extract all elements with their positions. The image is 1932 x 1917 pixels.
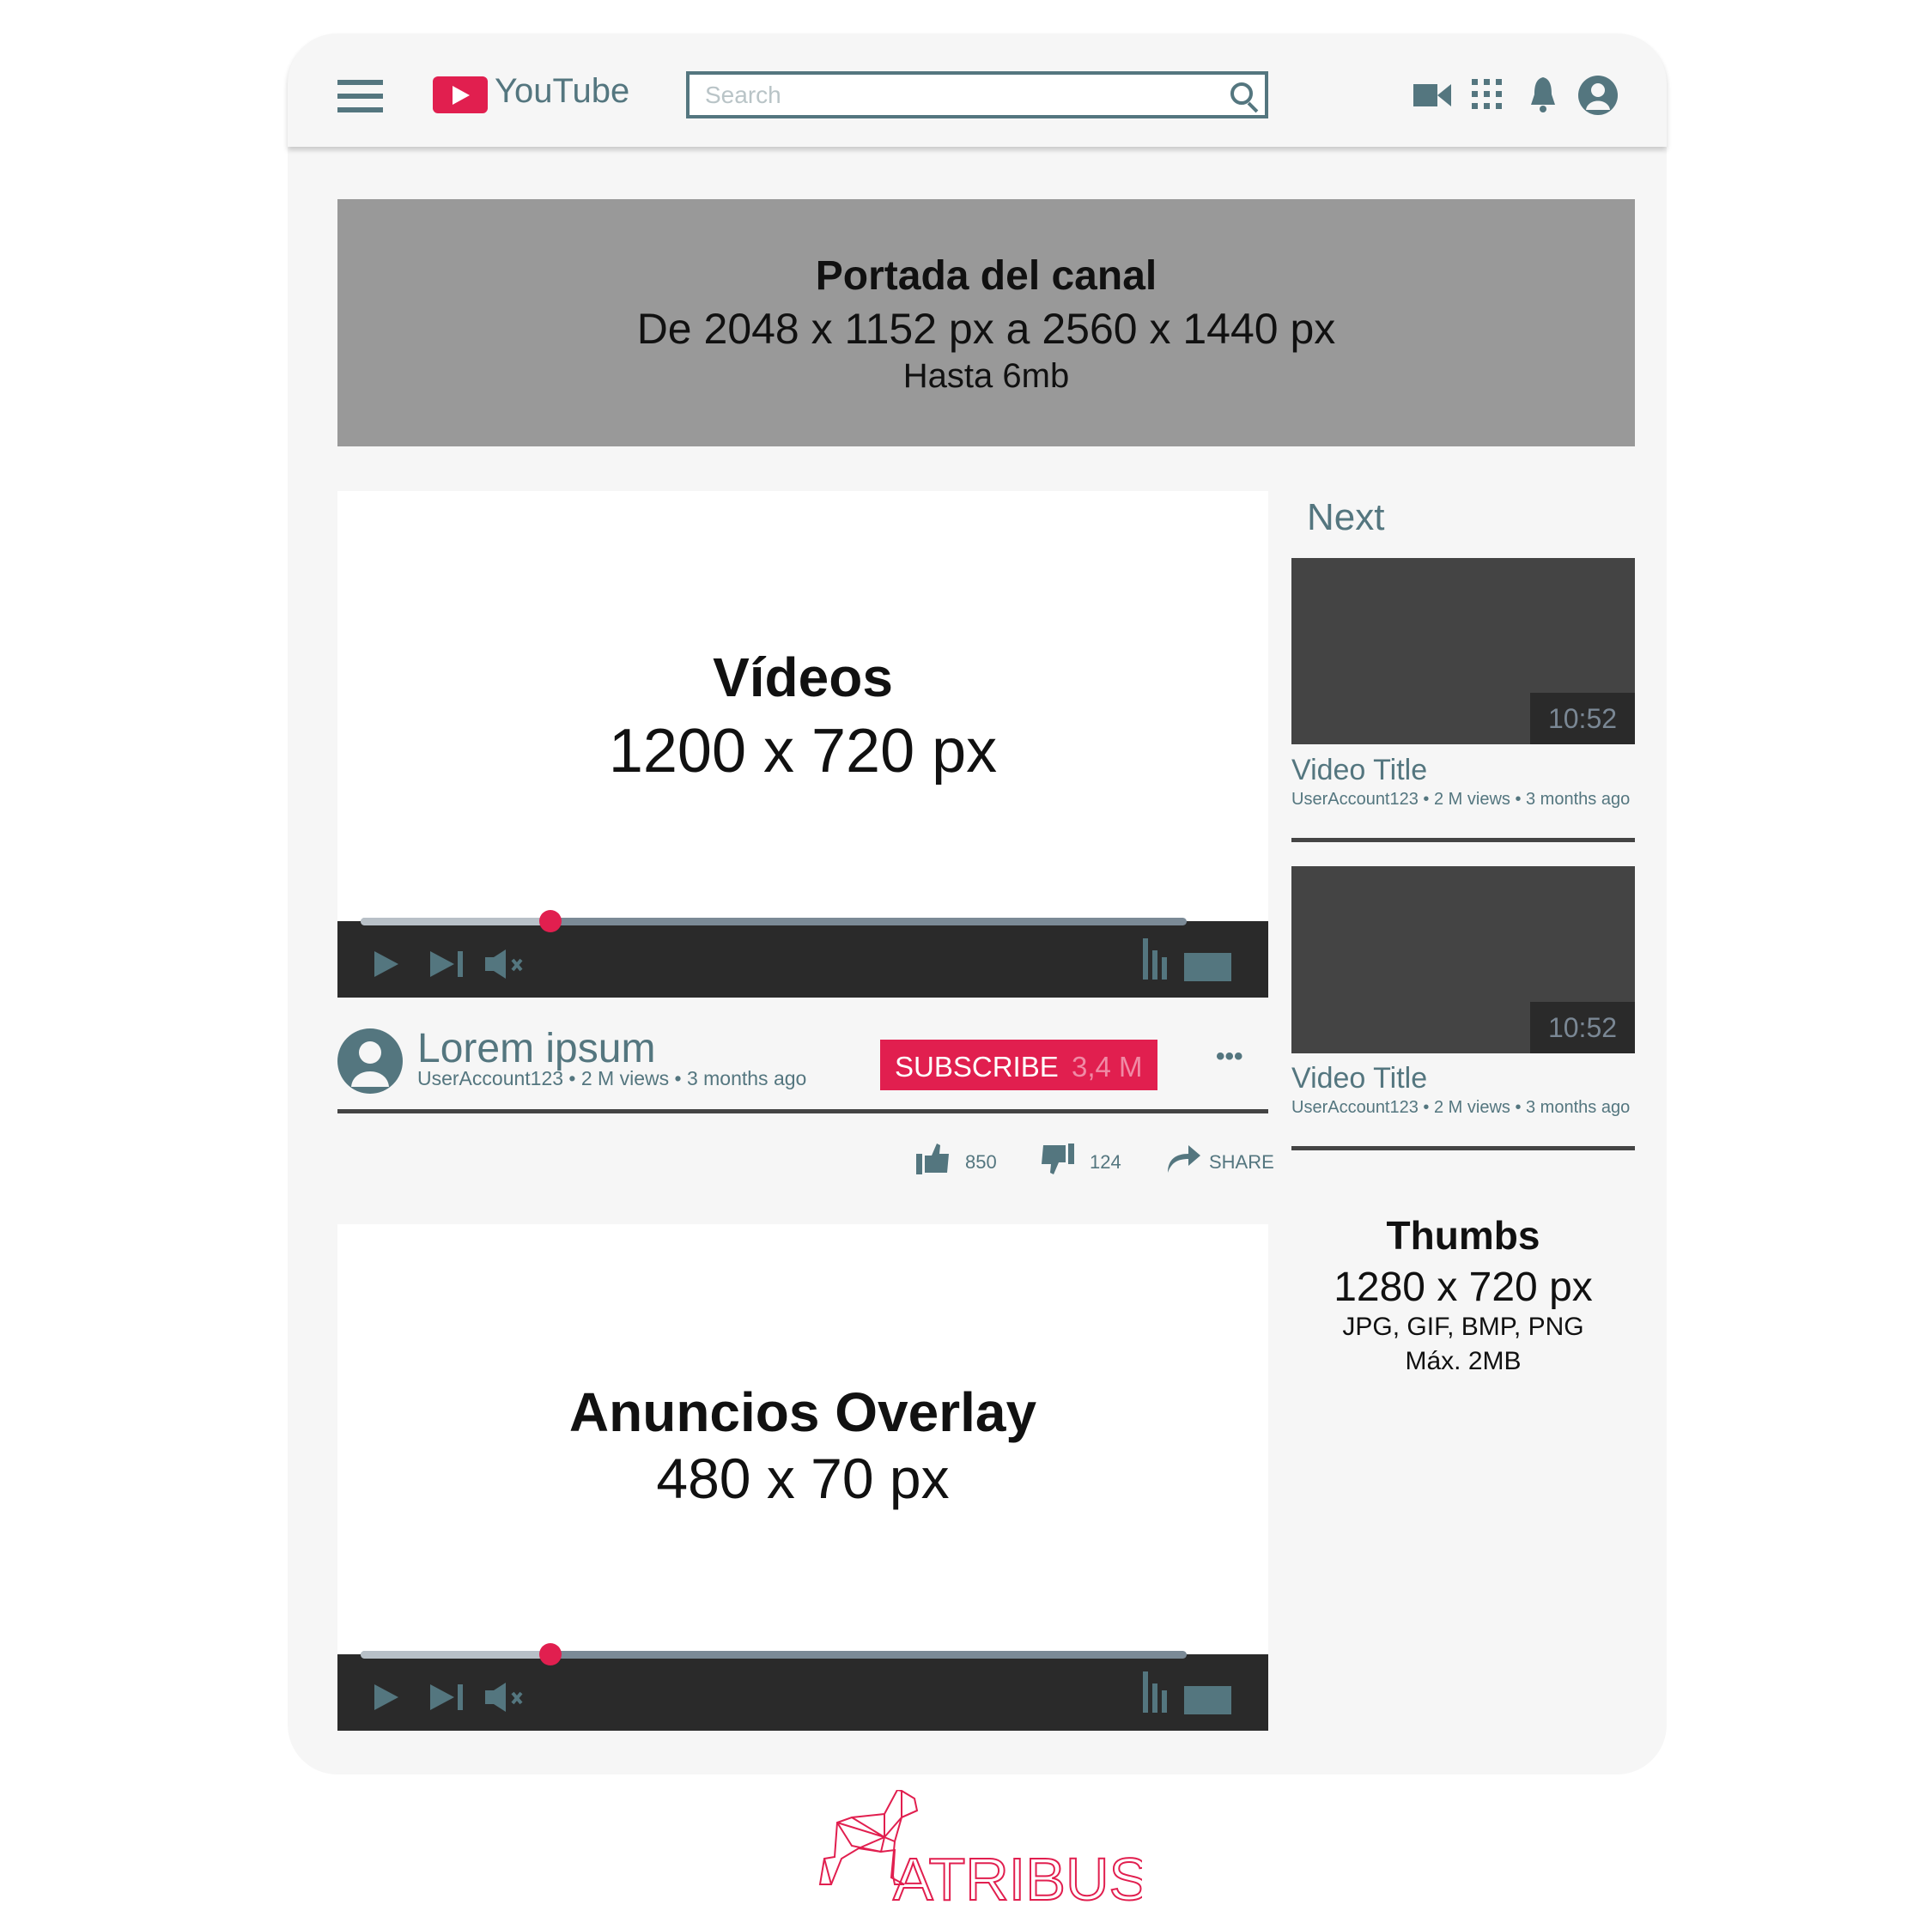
next-video-thumbnail[interactable]: 10:52: [1291, 558, 1635, 744]
thumbs-down-icon[interactable]: [1042, 1144, 1076, 1174]
ad-title: Anuncios Overlay: [568, 1381, 1037, 1443]
play-icon[interactable]: [374, 951, 400, 977]
fullscreen-icon[interactable]: [1184, 1686, 1231, 1714]
mute-icon[interactable]: [485, 949, 530, 979]
divider: [1291, 1146, 1635, 1150]
player-controls-bar: [337, 921, 1268, 998]
brand-name[interactable]: YouTube: [495, 72, 629, 111]
subscribe-button[interactable]: SUBSCRIBE 3,4 M: [880, 1040, 1157, 1090]
mute-icon[interactable]: [485, 1683, 530, 1712]
account-icon[interactable]: [1578, 76, 1618, 115]
subscriber-count: 3,4 M: [1072, 1051, 1143, 1083]
share-button[interactable]: SHARE: [1209, 1151, 1274, 1174]
next-video-thumbnail[interactable]: 10:52: [1291, 866, 1635, 1053]
more-options-button[interactable]: •••: [1216, 1042, 1243, 1071]
next-video-title[interactable]: Video Title: [1291, 1062, 1427, 1095]
thumbs-info: Thumbs 1280 x 720 px JPG, GIF, BMP, PNG …: [1291, 1212, 1635, 1376]
bell-icon[interactable]: [1528, 76, 1558, 113]
video-duration: 10:52: [1530, 1002, 1635, 1053]
search-box[interactable]: [686, 71, 1268, 118]
next-video-meta: UserAccount123 • 2 M views • 3 months ag…: [1291, 1098, 1631, 1117]
subscribe-label: SUBSCRIBE: [895, 1051, 1059, 1083]
main-video-player[interactable]: Vídeos 1200 x 720 px: [337, 491, 1268, 998]
play-icon[interactable]: [374, 1684, 400, 1710]
video-duration: 10:52: [1530, 693, 1635, 744]
dislike-count: 124: [1090, 1151, 1121, 1173]
thumbs-max: Máx. 2MB: [1405, 1347, 1522, 1375]
progress-played: [361, 918, 551, 925]
next-icon[interactable]: [430, 951, 466, 977]
search-icon[interactable]: [1230, 82, 1253, 105]
banner-title: Portada del canal: [815, 253, 1157, 299]
quality-bars-icon[interactable]: [1143, 1671, 1174, 1713]
quality-bars-icon[interactable]: [1143, 938, 1174, 980]
divider: [337, 1109, 1268, 1113]
video-size: 1200 x 720 px: [608, 717, 998, 786]
divider: [1291, 838, 1635, 842]
thumbs-formats: JPG, GIF, BMP, PNG: [1342, 1313, 1584, 1341]
banner-size: De 2048 x 1152 px a 2560 x 1440 px: [636, 305, 1336, 353]
progress-played: [361, 1651, 551, 1659]
thumbs-title: Thumbs: [1386, 1213, 1540, 1258]
fullscreen-icon[interactable]: [1184, 953, 1231, 981]
apps-grid-icon[interactable]: [1472, 79, 1503, 110]
thumbs-size: 1280 x 720 px: [1334, 1265, 1593, 1310]
next-video-title[interactable]: Video Title: [1291, 754, 1427, 787]
channel-avatar[interactable]: [337, 1028, 403, 1094]
ad-size: 480 x 70 px: [656, 1447, 950, 1510]
channel-banner: Portada del canal De 2048 x 1152 px a 25…: [337, 199, 1635, 446]
video-camera-icon[interactable]: [1413, 81, 1451, 110]
next-video-meta: UserAccount123 • 2 M views • 3 months ag…: [1291, 790, 1631, 809]
thumbs-up-icon[interactable]: [916, 1144, 951, 1174]
video-title: Vídeos: [713, 646, 893, 708]
player-controls-bar: [337, 1654, 1268, 1731]
next-heading: Next: [1307, 496, 1385, 538]
banner-limit: Hasta 6mb: [902, 357, 1070, 395]
share-icon[interactable]: [1166, 1144, 1200, 1173]
progress-track[interactable]: [361, 1643, 1187, 1665]
channel-name[interactable]: Lorem ipsum: [417, 1025, 655, 1072]
youtube-logo-icon[interactable]: [433, 76, 488, 113]
next-icon[interactable]: [430, 1684, 466, 1710]
menu-icon[interactable]: [337, 80, 383, 121]
search-input[interactable]: [690, 75, 1205, 115]
ad-overlay-player[interactable]: Anuncios Overlay 480 x 70 px: [337, 1224, 1268, 1731]
progress-track[interactable]: [361, 910, 1187, 932]
channel-meta: UserAccount123 • 2 M views • 3 months ag…: [417, 1067, 807, 1089]
atribus-logo: ATRIBUS: [818, 1790, 1142, 1910]
like-count: 850: [965, 1151, 997, 1173]
atribus-logo-text: ATRIBUS: [893, 1846, 1142, 1910]
